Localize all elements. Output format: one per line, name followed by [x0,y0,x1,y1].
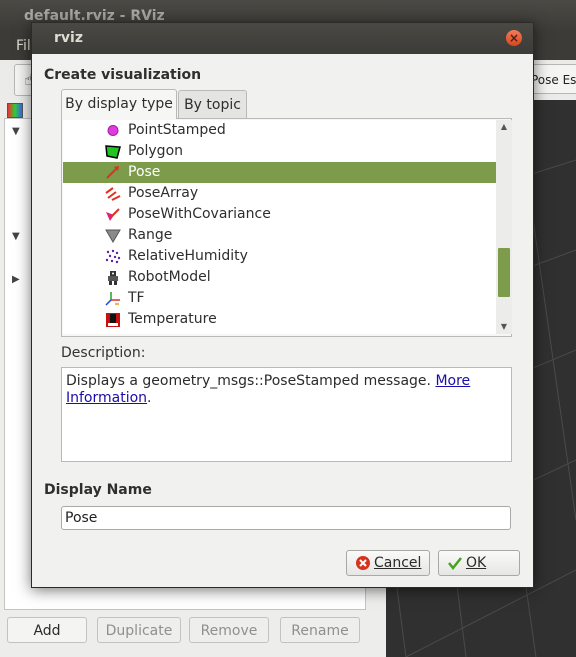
expand-arrow-icon[interactable]: ▼ [12,126,20,137]
list-item-label: Temperature [128,311,217,327]
list-item-pose[interactable]: Pose [63,162,496,183]
list-item-label: PointStamped [128,122,226,138]
menu-file[interactable]: Fil [16,38,31,54]
list-item-posewithcovariance[interactable]: PoseWithCovariance [63,204,496,225]
list-item-polygon[interactable]: Polygon [63,141,496,162]
description-label: Description: [61,345,146,361]
list-item-label: TF [128,290,145,306]
list-item-posearray[interactable]: PoseArray [63,183,496,204]
tab-by-display-type[interactable]: By display type [61,89,177,119]
pose-icon [106,166,119,179]
list-scrollbar[interactable]: ▲ ▼ [496,120,512,334]
cancel-button[interactable]: Cancel [346,550,430,576]
temperature-icon [106,313,120,327]
checkmark-icon [448,557,462,571]
description-period: . [147,390,152,406]
create-visualization-heading: Create visualization [44,67,202,83]
remove-display-button[interactable]: Remove [189,617,269,643]
list-item-pointstamped[interactable]: PointStamped [63,120,496,141]
tf-icon [105,292,120,306]
list-item-label: PoseArray [128,185,199,201]
list-item-label: Polygon [128,143,184,159]
duplicate-display-button[interactable]: Duplicate [97,617,181,643]
create-visualization-dialog: rviz × Create visualization By display t… [31,22,534,588]
list-item-label: PoseWithCovariance [128,206,271,222]
list-item-robotmodel[interactable]: RobotModel [63,267,496,288]
ok-label: OK [466,555,487,571]
relative-humidity-icon [105,249,121,264]
list-item-label: RelativeHumidity [128,248,248,264]
dialog-title: rviz [54,30,83,46]
list-item-temperature[interactable]: Temperature [63,309,496,330]
cancel-icon [356,556,370,570]
pose-array-icon [105,187,121,201]
collapse-arrow-icon[interactable]: ▶ [12,274,20,285]
displays-panel-icon [7,103,23,118]
pose-with-covariance-icon [106,208,120,221]
list-item-label: Pose [128,164,161,180]
close-icon: × [508,31,520,45]
tab-by-topic[interactable]: By topic [178,90,247,118]
list-item-range[interactable]: Range [63,225,496,246]
list-item-tf[interactable]: TF [63,288,496,309]
list-item-relativehumidity[interactable]: RelativeHumidity [63,246,496,267]
dialog-title-bar [32,23,533,54]
robot-model-icon [108,271,118,285]
cancel-label: Cancel [374,555,422,571]
description-text: Displays a geometry_msgs::PoseStamped me… [66,373,431,389]
description-box: Displays a geometry_msgs::PoseStamped me… [61,367,512,462]
close-button[interactable]: × [506,30,522,46]
expand-arrow-icon[interactable]: ▼ [12,231,20,242]
scrollbar-thumb[interactable] [498,248,510,297]
point-stamped-icon [107,125,119,136]
pose-estimate-tool-button[interactable]: Pose Esti [528,64,576,94]
scroll-up-arrow-icon[interactable]: ▲ [496,120,512,134]
list-item-label: Range [128,227,173,243]
rename-display-button[interactable]: Rename [280,617,360,643]
display-name-input[interactable] [61,506,511,530]
scroll-down-arrow-icon[interactable]: ▼ [496,320,512,334]
add-display-button[interactable]: Add [7,617,87,643]
display-type-list[interactable]: PointStamped Polygon Pose PoseArray Pose… [63,120,496,334]
display-name-heading: Display Name [44,482,152,498]
range-icon [105,229,121,243]
list-item-label: RobotModel [128,269,211,285]
ok-button[interactable]: OK [438,550,520,576]
polygon-icon [105,145,121,159]
